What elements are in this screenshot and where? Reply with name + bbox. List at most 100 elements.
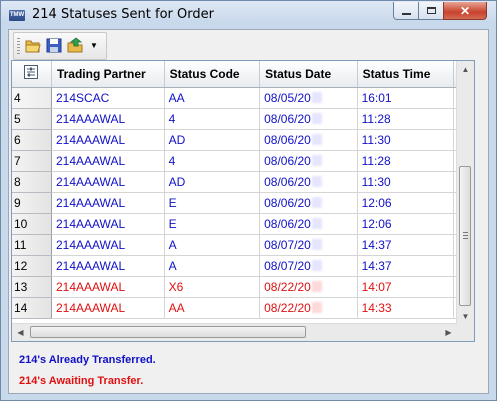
cell-status-code[interactable]: A — [164, 255, 261, 277]
close-icon: ✕ — [459, 3, 471, 18]
cell-status-time[interactable]: 12:06 — [357, 213, 455, 235]
cell-status-time[interactable]: 12:06 — [357, 192, 455, 214]
cell-status-date[interactable]: 08/07/20 — [259, 255, 358, 277]
cell-status-time[interactable]: 14:37 — [357, 255, 455, 277]
cell-status-code-text: E — [168, 216, 177, 231]
row-number[interactable]: 14 — [12, 297, 52, 319]
cell-trading-partner[interactable]: 214AAAWAL — [51, 108, 165, 130]
cell-status-time[interactable]: 11:30 — [357, 171, 455, 193]
row-number[interactable]: 8 — [12, 171, 52, 193]
cell-status-date[interactable]: 08/06/20 — [259, 213, 358, 235]
table-row[interactable]: 13214AAAWALX608/22/2014:07U — [12, 276, 474, 298]
cell-status-time-text: 14:33 — [361, 300, 392, 315]
cell-trading-partner[interactable]: 214AAAWAL — [51, 150, 165, 172]
cell-status-code[interactable]: 4 — [164, 150, 261, 172]
cell-trading-partner[interactable]: 214AAAWAL — [51, 276, 165, 298]
title-bar[interactable]: TMW 214 Statuses Sent for Order ✕ — [1, 1, 496, 29]
scroll-down-button[interactable]: ▼ — [457, 308, 474, 325]
toolbar-dropdown[interactable]: ▼ — [90, 39, 100, 56]
scroll-up-button[interactable]: ▲ — [457, 61, 474, 78]
table-row[interactable]: 11214AAAWALA08/07/2014:37U — [12, 234, 474, 256]
cell-status-time-text: 12:06 — [361, 216, 392, 231]
cell-status-date[interactable]: 08/06/20 — [259, 129, 358, 151]
cell-status-code[interactable]: E — [164, 213, 261, 235]
row-number[interactable]: 12 — [12, 255, 52, 277]
cell-status-code[interactable]: AA — [164, 297, 261, 319]
cell-trading-partner[interactable]: 214AAAWAL — [51, 129, 165, 151]
cell-status-time[interactable]: 11:28 — [357, 108, 455, 130]
cell-status-code[interactable]: X6 — [164, 276, 261, 298]
grid-options-button[interactable] — [12, 61, 52, 88]
row-number[interactable]: 11 — [12, 234, 52, 256]
toolbar-grip[interactable] — [17, 38, 20, 54]
table-row[interactable]: 4214SCACAA08/05/2016:01U — [12, 87, 474, 109]
column-header-status-code[interactable]: Status Code — [164, 61, 261, 88]
cell-status-code[interactable]: AD — [164, 129, 261, 151]
cell-trading-partner[interactable]: 214SCAC — [51, 87, 165, 109]
table-row[interactable]: 8214AAAWALAD08/06/2011:30U — [12, 171, 474, 193]
cell-status-code-text: AD — [168, 174, 186, 189]
horizontal-scroll-thumb[interactable] — [30, 326, 306, 338]
scroll-left-button[interactable]: ◀ — [12, 324, 29, 341]
table-row[interactable]: 5214AAAWAL408/06/2011:28U — [12, 108, 474, 130]
cell-status-code[interactable]: 4 — [164, 108, 261, 130]
export-button[interactable] — [67, 37, 85, 54]
row-number[interactable]: 13 — [12, 276, 52, 298]
cell-status-time-text: 16:01 — [361, 90, 392, 105]
maximize-icon — [426, 7, 436, 14]
cell-status-date[interactable]: 08/06/20 — [259, 108, 358, 130]
column-header-status-time[interactable]: Status Time — [357, 61, 455, 88]
cell-status-date[interactable]: 08/05/20 — [259, 87, 358, 109]
table-row[interactable]: 14214AAAWALAA08/22/2014:33U — [12, 297, 474, 319]
row-number[interactable]: 5 — [12, 108, 52, 130]
cell-status-code[interactable]: E — [164, 192, 261, 214]
column-header-trading-partner[interactable]: Trading Partner — [51, 61, 165, 88]
cell-trading-partner[interactable]: 214AAAWAL — [51, 297, 165, 319]
status-grid[interactable]: Trading Partner Status Code Status Date … — [11, 60, 475, 342]
cell-trading-partner[interactable]: 214AAAWAL — [51, 255, 165, 277]
cell-status-time[interactable]: 14:33 — [357, 297, 455, 319]
row-number[interactable]: 4 — [12, 87, 52, 109]
table-row[interactable]: 6214AAAWALAD08/06/2011:30U — [12, 129, 474, 151]
cell-status-code[interactable]: AD — [164, 171, 261, 193]
horizontal-scrollbar[interactable]: ◀ ▶ — [12, 323, 457, 341]
column-header-status-date[interactable]: Status Date — [259, 61, 358, 88]
row-number[interactable]: 6 — [12, 129, 52, 151]
cell-trading-partner[interactable]: 214AAAWAL — [51, 171, 165, 193]
open-button[interactable] — [24, 37, 42, 54]
cell-status-date[interactable]: 08/22/20 — [259, 297, 358, 319]
table-row[interactable]: 10214AAAWALE08/06/2012:06U — [12, 213, 474, 235]
save-button[interactable] — [45, 37, 63, 54]
cell-status-date[interactable]: 08/06/20 — [259, 192, 358, 214]
cell-status-time[interactable]: 11:30 — [357, 129, 455, 151]
cell-status-date[interactable]: 08/22/20 — [259, 276, 358, 298]
row-number[interactable]: 10 — [12, 213, 52, 235]
cell-status-date[interactable]: 08/07/20 — [259, 234, 358, 256]
cell-status-time[interactable]: 16:01 — [357, 87, 455, 109]
cell-status-date[interactable]: 08/06/20 — [259, 171, 358, 193]
table-row[interactable]: 7214AAAWAL408/06/2011:28U — [12, 150, 474, 172]
cell-status-time[interactable]: 14:07 — [357, 276, 455, 298]
cell-trading-partner[interactable]: 214AAAWAL — [51, 213, 165, 235]
table-row[interactable]: 9214AAAWALE08/06/2012:06U — [12, 192, 474, 214]
vertical-scrollbar[interactable]: ▲ ▼ — [456, 61, 474, 325]
close-button[interactable]: ✕ — [443, 2, 487, 20]
maximize-button[interactable] — [418, 2, 444, 20]
cell-status-code[interactable]: A — [164, 234, 261, 256]
minimize-icon — [401, 12, 411, 15]
vertical-scroll-thumb[interactable] — [459, 166, 471, 306]
arrow-down-icon: ▼ — [461, 312, 470, 321]
cell-trading-partner[interactable]: 214AAAWAL — [51, 234, 165, 256]
cell-status-code[interactable]: AA — [164, 87, 261, 109]
row-number[interactable]: 7 — [12, 150, 52, 172]
cell-status-time[interactable]: 14:37 — [357, 234, 455, 256]
scroll-right-button[interactable]: ▶ — [440, 324, 457, 341]
cell-status-date[interactable]: 08/06/20 — [259, 150, 358, 172]
minimize-button[interactable] — [393, 2, 419, 20]
row-number[interactable]: 9 — [12, 192, 52, 214]
cell-status-date-text: 08/06/20 — [264, 132, 311, 147]
cell-status-time[interactable]: 11:28 — [357, 150, 455, 172]
cell-trading-partner[interactable]: 214AAAWAL — [51, 192, 165, 214]
table-row[interactable]: 12214AAAWALA08/07/2014:37U — [12, 255, 474, 277]
row-number-text: 7 — [14, 153, 21, 168]
